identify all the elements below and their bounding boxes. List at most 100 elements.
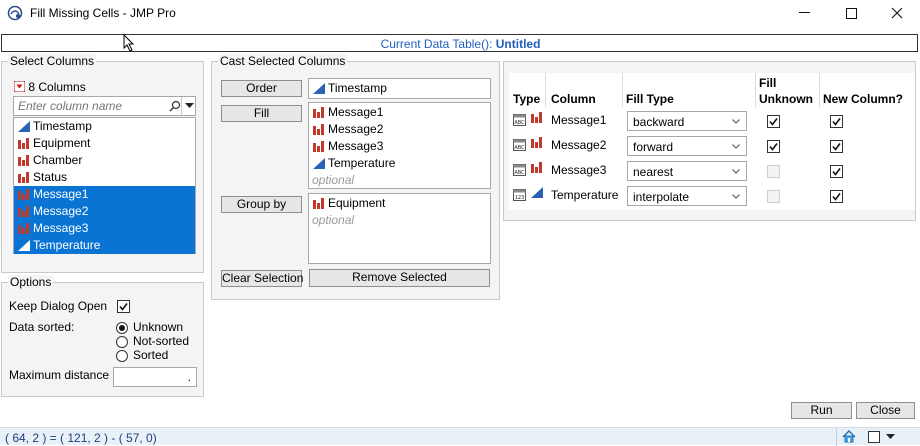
minimize-button[interactable]	[781, 0, 827, 26]
column-list-item[interactable]: Status	[14, 169, 195, 186]
fill-row-column-name: Message3	[551, 163, 607, 177]
sort-not-sorted-radio[interactable]	[116, 336, 128, 348]
new-column-checkbox[interactable]	[830, 190, 843, 203]
maximum-distance-input[interactable]: .	[113, 367, 197, 387]
role-list-item[interactable]: Message1	[309, 104, 490, 121]
svg-text:ABC: ABC	[514, 120, 525, 126]
optional-hint: optional	[312, 173, 355, 187]
column-count[interactable]: 8 Columns	[13, 80, 86, 94]
group-by-role-list[interactable]: Equipment optional	[308, 193, 491, 264]
search-options-dropdown[interactable]	[181, 97, 196, 115]
nominal-column-icon	[313, 141, 324, 152]
current-data-table-label: Current Data Table():	[380, 37, 493, 51]
new-column-checkbox[interactable]	[830, 115, 843, 128]
fill-type-value: nearest	[633, 165, 674, 179]
column-list-item[interactable]: Temperature	[14, 237, 195, 254]
sort-sorted-radio[interactable]	[116, 350, 128, 362]
nominal-column-icon	[313, 107, 324, 118]
keep-dialog-open-label: Keep Dialog Open	[9, 299, 108, 313]
character-data-type-icon: ABC	[513, 139, 526, 151]
select-columns-title: Select Columns	[8, 54, 97, 68]
column-name: Message2	[33, 204, 89, 218]
window-list-checkbox[interactable]	[868, 431, 880, 443]
column-list-item[interactable]: Message1	[14, 186, 195, 203]
continuous-column-icon	[313, 83, 325, 94]
sort-unknown-radio[interactable]	[116, 322, 128, 334]
column-search-box[interactable]	[13, 96, 196, 116]
checkmark-icon	[769, 143, 778, 151]
continuous-column-icon	[313, 158, 325, 169]
fill-button[interactable]: Fill	[221, 105, 302, 122]
nominal-column-icon	[531, 137, 542, 148]
current-data-table-name[interactable]: Untitled	[496, 37, 541, 51]
fill-type-dropdown[interactable]: backward	[627, 111, 747, 131]
fill-settings-row: ABC Message1 backward	[509, 109, 915, 134]
column-list-item[interactable]: Chamber	[14, 152, 195, 169]
column-name: Message1	[33, 187, 89, 201]
run-button[interactable]: Run	[791, 402, 852, 419]
fill-settings-panel: Type Column Fill Type Fill Unknown New C…	[503, 61, 916, 221]
fill-type-value: forward	[633, 140, 674, 154]
window-list-dropdown-icon[interactable]	[886, 434, 895, 440]
cast-selected-columns-panel: Cast Selected Columns Order Timestamp Fi…	[211, 54, 500, 300]
checkmark-icon	[119, 303, 128, 311]
fill-unknown-checkbox[interactable]	[767, 140, 780, 153]
column-search-input[interactable]	[16, 98, 166, 114]
window-title: Fill Missing Cells - JMP Pro	[30, 6, 176, 20]
column-list[interactable]: Timestamp Equipment Chamber Status Message1 M…	[13, 117, 196, 254]
search-icon[interactable]	[169, 100, 181, 112]
maximum-distance-label: Maximum distance	[9, 368, 110, 382]
fill-settings-row: 123 Temperature interpolate	[509, 184, 915, 209]
new-column-checkbox[interactable]	[830, 140, 843, 153]
role-list-item[interactable]: Equipment	[309, 195, 490, 212]
column-name: Equipment	[33, 136, 91, 150]
home-icon[interactable]	[842, 430, 856, 443]
header-column: Column	[551, 92, 596, 106]
nominal-column-icon	[18, 172, 29, 183]
fill-type-dropdown[interactable]: interpolate	[627, 186, 747, 206]
checkmark-icon	[832, 118, 841, 126]
continuous-column-icon	[18, 121, 30, 132]
nominal-column-icon	[18, 138, 29, 149]
close-button[interactable]: Close	[856, 402, 915, 419]
column-list-item[interactable]: Message3	[14, 220, 195, 237]
column-list-item[interactable]: Timestamp	[14, 118, 195, 135]
svg-text:123: 123	[515, 195, 525, 201]
order-role-list[interactable]: Timestamp	[308, 78, 491, 99]
column-list-item[interactable]: Equipment	[14, 135, 195, 152]
order-button[interactable]: Order	[221, 80, 302, 97]
fill-role-list[interactable]: Message1 Message2 Message3 Temperature optio…	[308, 102, 491, 189]
column-list-item[interactable]: Message2	[14, 203, 195, 220]
role-list-item[interactable]: Message2	[309, 121, 490, 138]
column-menu-red-triangle-icon[interactable]	[13, 80, 26, 93]
remove-selected-button[interactable]: Remove Selected	[309, 269, 490, 287]
numeric-data-type-icon: 123	[513, 189, 526, 201]
role-list-item[interactable]: Temperature	[309, 155, 490, 172]
close-window-button[interactable]	[874, 0, 920, 26]
chevron-down-icon	[732, 144, 740, 149]
fill-row-column-name: Message2	[551, 138, 607, 152]
role-list-item[interactable]: Message3	[309, 138, 490, 155]
role-column-name: Equipment	[328, 196, 386, 210]
role-list-item[interactable]: Timestamp	[309, 80, 490, 97]
svg-text:ABC: ABC	[514, 145, 525, 151]
clear-selection-button[interactable]: Clear Selection	[221, 270, 303, 287]
fill-type-dropdown[interactable]: nearest	[627, 161, 747, 181]
new-column-checkbox[interactable]	[830, 165, 843, 178]
continuous-column-icon	[531, 187, 543, 198]
fill-unknown-checkbox	[767, 190, 780, 203]
current-data-table-bar: Current Data Table(): Untitled	[1, 34, 918, 52]
fill-type-dropdown[interactable]: forward	[627, 136, 747, 156]
nominal-column-icon	[313, 198, 324, 209]
group-by-button[interactable]: Group by	[221, 196, 302, 213]
header-new-column: New Column?	[823, 92, 903, 106]
minimize-icon	[798, 12, 810, 13]
maximize-button[interactable]	[828, 0, 874, 26]
nominal-column-icon	[531, 112, 542, 123]
fill-unknown-checkbox[interactable]	[767, 115, 780, 128]
keep-dialog-open-checkbox[interactable]	[117, 300, 130, 313]
nominal-column-icon	[18, 189, 29, 200]
maximum-distance-value: .	[187, 370, 191, 384]
character-data-type-icon: ABC	[513, 114, 526, 126]
checkmark-icon	[832, 193, 841, 201]
